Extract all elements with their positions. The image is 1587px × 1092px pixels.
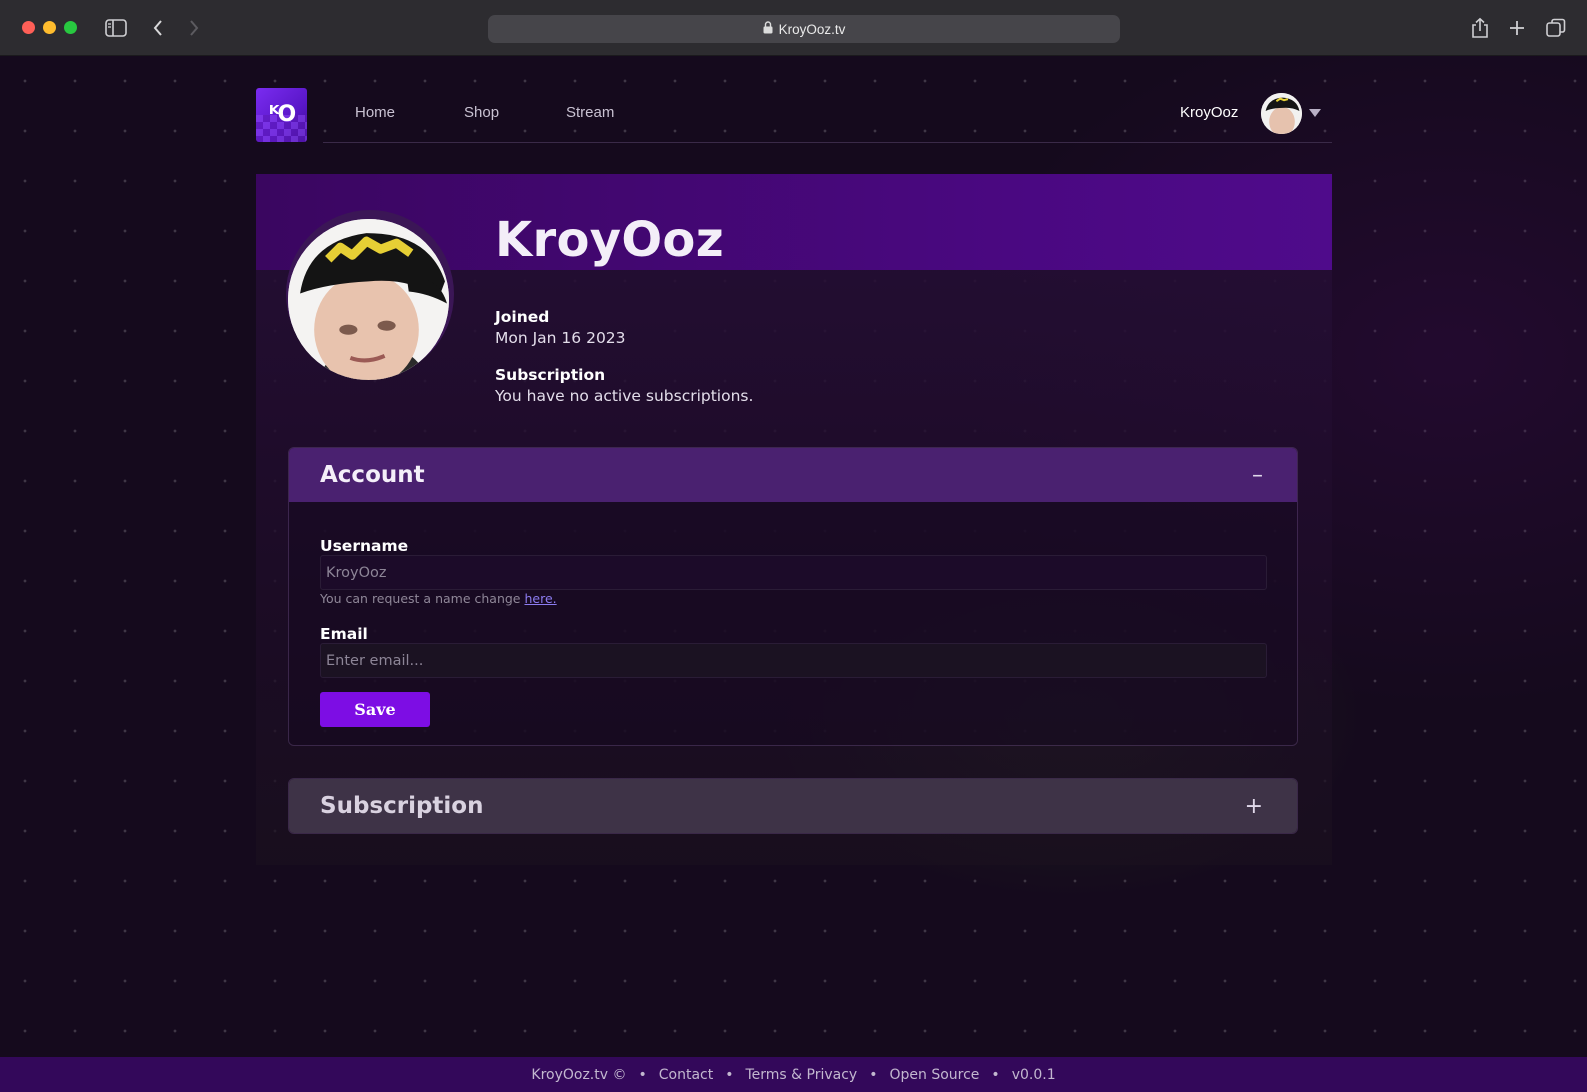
lock-icon (763, 21, 773, 37)
forward-icon[interactable] (182, 16, 206, 40)
browser-toolbar: KroyOoz.tv (0, 0, 1587, 56)
footer-version: v0.0.1 (1011, 1066, 1056, 1083)
profile-name: KroyOoz (495, 212, 724, 268)
footer-separator: • (638, 1066, 647, 1083)
footer-separator: • (991, 1066, 1000, 1083)
footer-copyright: KroyOoz.tv © (531, 1066, 627, 1083)
subscription-section-title: Subscription (320, 793, 484, 819)
nav-divider (323, 142, 1332, 143)
sidebar-icon[interactable] (104, 16, 128, 40)
email-field[interactable] (320, 643, 1267, 678)
footer-link-terms[interactable]: Terms & Privacy (745, 1067, 857, 1083)
nav-link-stream[interactable]: Stream (566, 104, 614, 121)
zoom-window-button[interactable] (64, 21, 77, 34)
back-icon[interactable] (146, 16, 170, 40)
account-section-header[interactable]: Account – (289, 448, 1297, 502)
footer-link-contact[interactable]: Contact (659, 1067, 713, 1083)
site-footer: KroyOoz.tv © • Contact • Terms & Privacy… (0, 1057, 1587, 1092)
joined-label: Joined (495, 308, 550, 326)
subscription-section: Subscription + (288, 778, 1298, 834)
account-section: Account – Username You can request a nam… (288, 447, 1298, 746)
profile-card: KroyOoz Joined Mon Jan 16 2023 Subscript… (256, 174, 1332, 865)
subscription-status: You have no active subscriptions. (495, 387, 754, 405)
save-button[interactable]: Save (320, 692, 430, 727)
nav-user-avatar[interactable] (1261, 93, 1302, 134)
new-tab-icon[interactable] (1505, 16, 1529, 40)
footer-link-open-source[interactable]: Open Source (889, 1067, 979, 1083)
username-field[interactable] (320, 555, 1267, 590)
logo-mark: ᴷO (268, 102, 296, 127)
subscription-label: Subscription (495, 366, 606, 384)
nav-link-home[interactable]: Home (355, 104, 395, 121)
url-text: KroyOoz.tv (778, 21, 846, 37)
account-section-title: Account (320, 462, 425, 488)
page-content: ᴷO Home Shop Stream KroyOoz KroyOoz Join… (0, 56, 1587, 1092)
address-bar[interactable]: KroyOoz.tv (488, 15, 1120, 43)
subscription-section-header[interactable]: Subscription + (289, 779, 1297, 833)
name-change-hint-text: You can request a name change (320, 591, 521, 606)
name-change-hint: You can request a name change here. (320, 591, 557, 606)
footer-separator: • (869, 1066, 878, 1083)
email-label: Email (320, 625, 368, 643)
account-section-body: Username You can request a name change h… (289, 502, 1297, 745)
username-label: Username (320, 537, 409, 555)
joined-date: Mon Jan 16 2023 (495, 329, 626, 347)
site-logo[interactable]: ᴷO (256, 88, 307, 142)
expand-plus-icon[interactable]: + (1245, 794, 1263, 819)
tabs-overview-icon[interactable] (1544, 16, 1568, 40)
footer-separator: • (725, 1066, 734, 1083)
user-menu-chevron-down-icon[interactable] (1309, 109, 1321, 117)
profile-avatar (288, 219, 449, 380)
nav-username[interactable]: KroyOoz (1180, 104, 1238, 121)
collapse-minus-icon[interactable]: – (1252, 463, 1263, 488)
minimize-window-button[interactable] (43, 21, 56, 34)
name-change-link[interactable]: here. (524, 591, 556, 606)
close-window-button[interactable] (22, 21, 35, 34)
share-icon[interactable] (1468, 16, 1492, 40)
nav-link-shop[interactable]: Shop (464, 104, 499, 121)
